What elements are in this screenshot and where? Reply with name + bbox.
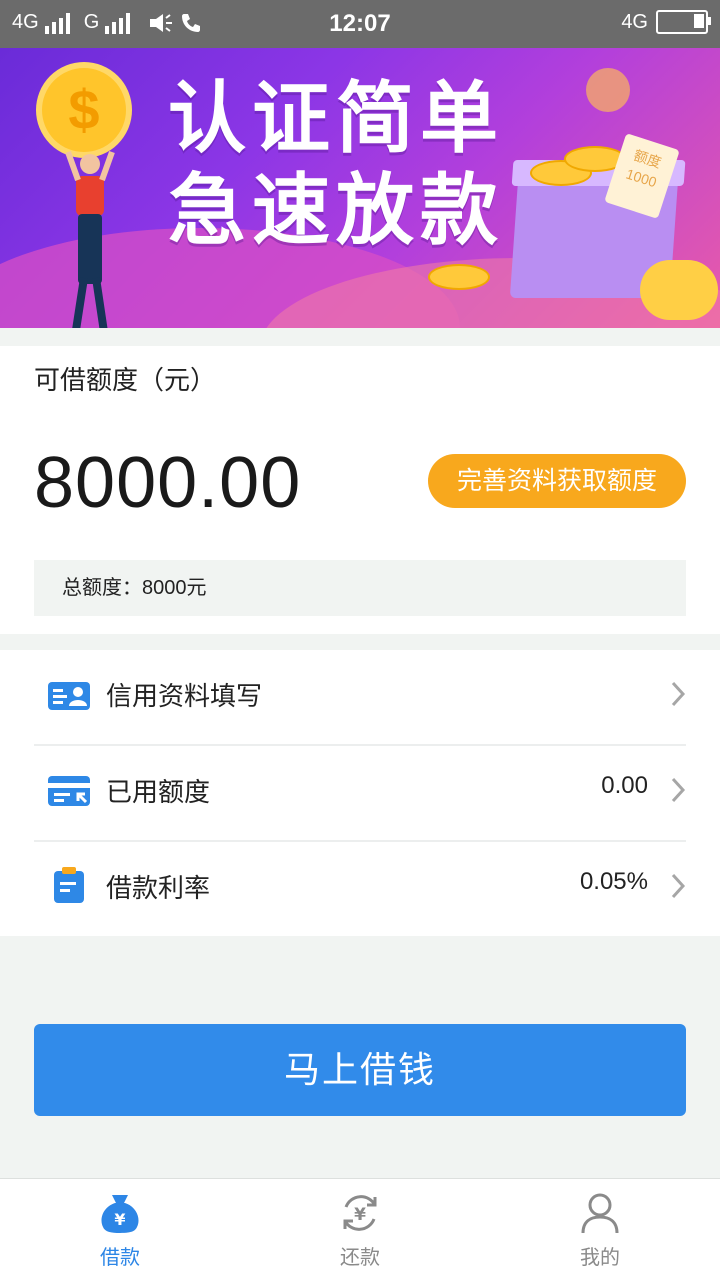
chevron-right-icon: [671, 777, 686, 803]
clipboard-icon: [54, 867, 84, 903]
menu-item-credit-info[interactable]: 信用资料填写: [34, 650, 686, 746]
tab-label: 借款: [100, 1247, 140, 1269]
tab-repay[interactable]: ¥ 还款: [240, 1179, 480, 1281]
menu-list: 信用资料填写 已用额度 0.00 借款利率 0.05%: [0, 650, 720, 936]
banner-headline: 认证简单 急速放款: [168, 72, 504, 256]
dollar-coin-icon: $: [36, 62, 132, 158]
network-type-label-3: 4G: [621, 10, 648, 33]
menu-item-value: 0.05%: [579, 868, 648, 895]
id-card-icon: [48, 682, 90, 710]
chevron-right-icon: [671, 873, 686, 899]
banner-headline-line1: 认证简单: [168, 74, 505, 162]
menu-item-label: 信用资料填写: [106, 681, 263, 711]
tab-label: 我的: [580, 1247, 620, 1269]
menu-item-value: 0.00: [601, 772, 648, 799]
svg-text:¥: ¥: [354, 1205, 366, 1225]
menu-item-label: 已用额度: [106, 777, 211, 807]
credit-card-icon: [48, 776, 90, 806]
piggy-bank-illustration: [640, 260, 718, 320]
tab-mine[interactable]: 我的: [480, 1179, 720, 1281]
battery-icon: [656, 10, 711, 34]
menu-item-used-quota[interactable]: 已用额度 0.00: [34, 746, 686, 842]
repay-cycle-icon: ¥: [343, 1195, 377, 1231]
available-quota-amount: 8000.00: [34, 443, 302, 523]
improve-info-button[interactable]: 完善资料获取额度: [428, 454, 686, 508]
status-time: 12:07: [329, 10, 391, 37]
borrow-now-button[interactable]: 马上借钱: [34, 1024, 686, 1116]
banner-headline-line2: 急速放款: [168, 166, 505, 254]
svg-text:¥: ¥: [114, 1210, 125, 1229]
banner-blob-decoration: [586, 68, 630, 112]
coin-stack-decoration-3: [428, 264, 490, 290]
promo-banner[interactable]: $ 认证简单 急速放款 额度 1000: [0, 48, 720, 328]
available-quota-label: 可借额度（元）: [34, 365, 217, 395]
bottom-tab-bar: ¥ 借款 ¥ 还款 我的: [0, 1178, 720, 1281]
person-illustration: [65, 150, 115, 328]
user-icon: [581, 1193, 619, 1234]
quota-card: 可借额度（元） 8000.00 完善资料获取额度 总额度：8000元: [0, 346, 720, 634]
money-bag-icon: ¥: [101, 1195, 139, 1233]
tab-borrow[interactable]: ¥ 借款: [0, 1179, 240, 1281]
total-quota-text: 总额度：8000元: [34, 560, 686, 616]
menu-item-loan-rate[interactable]: 借款利率 0.05%: [34, 842, 686, 936]
status-bar: 4G G 12:07 4G: [0, 0, 720, 48]
status-right: 4G: [621, 10, 711, 34]
tab-label: 还款: [340, 1247, 380, 1269]
menu-item-label: 借款利率: [106, 873, 211, 903]
chevron-right-icon: [671, 681, 686, 707]
